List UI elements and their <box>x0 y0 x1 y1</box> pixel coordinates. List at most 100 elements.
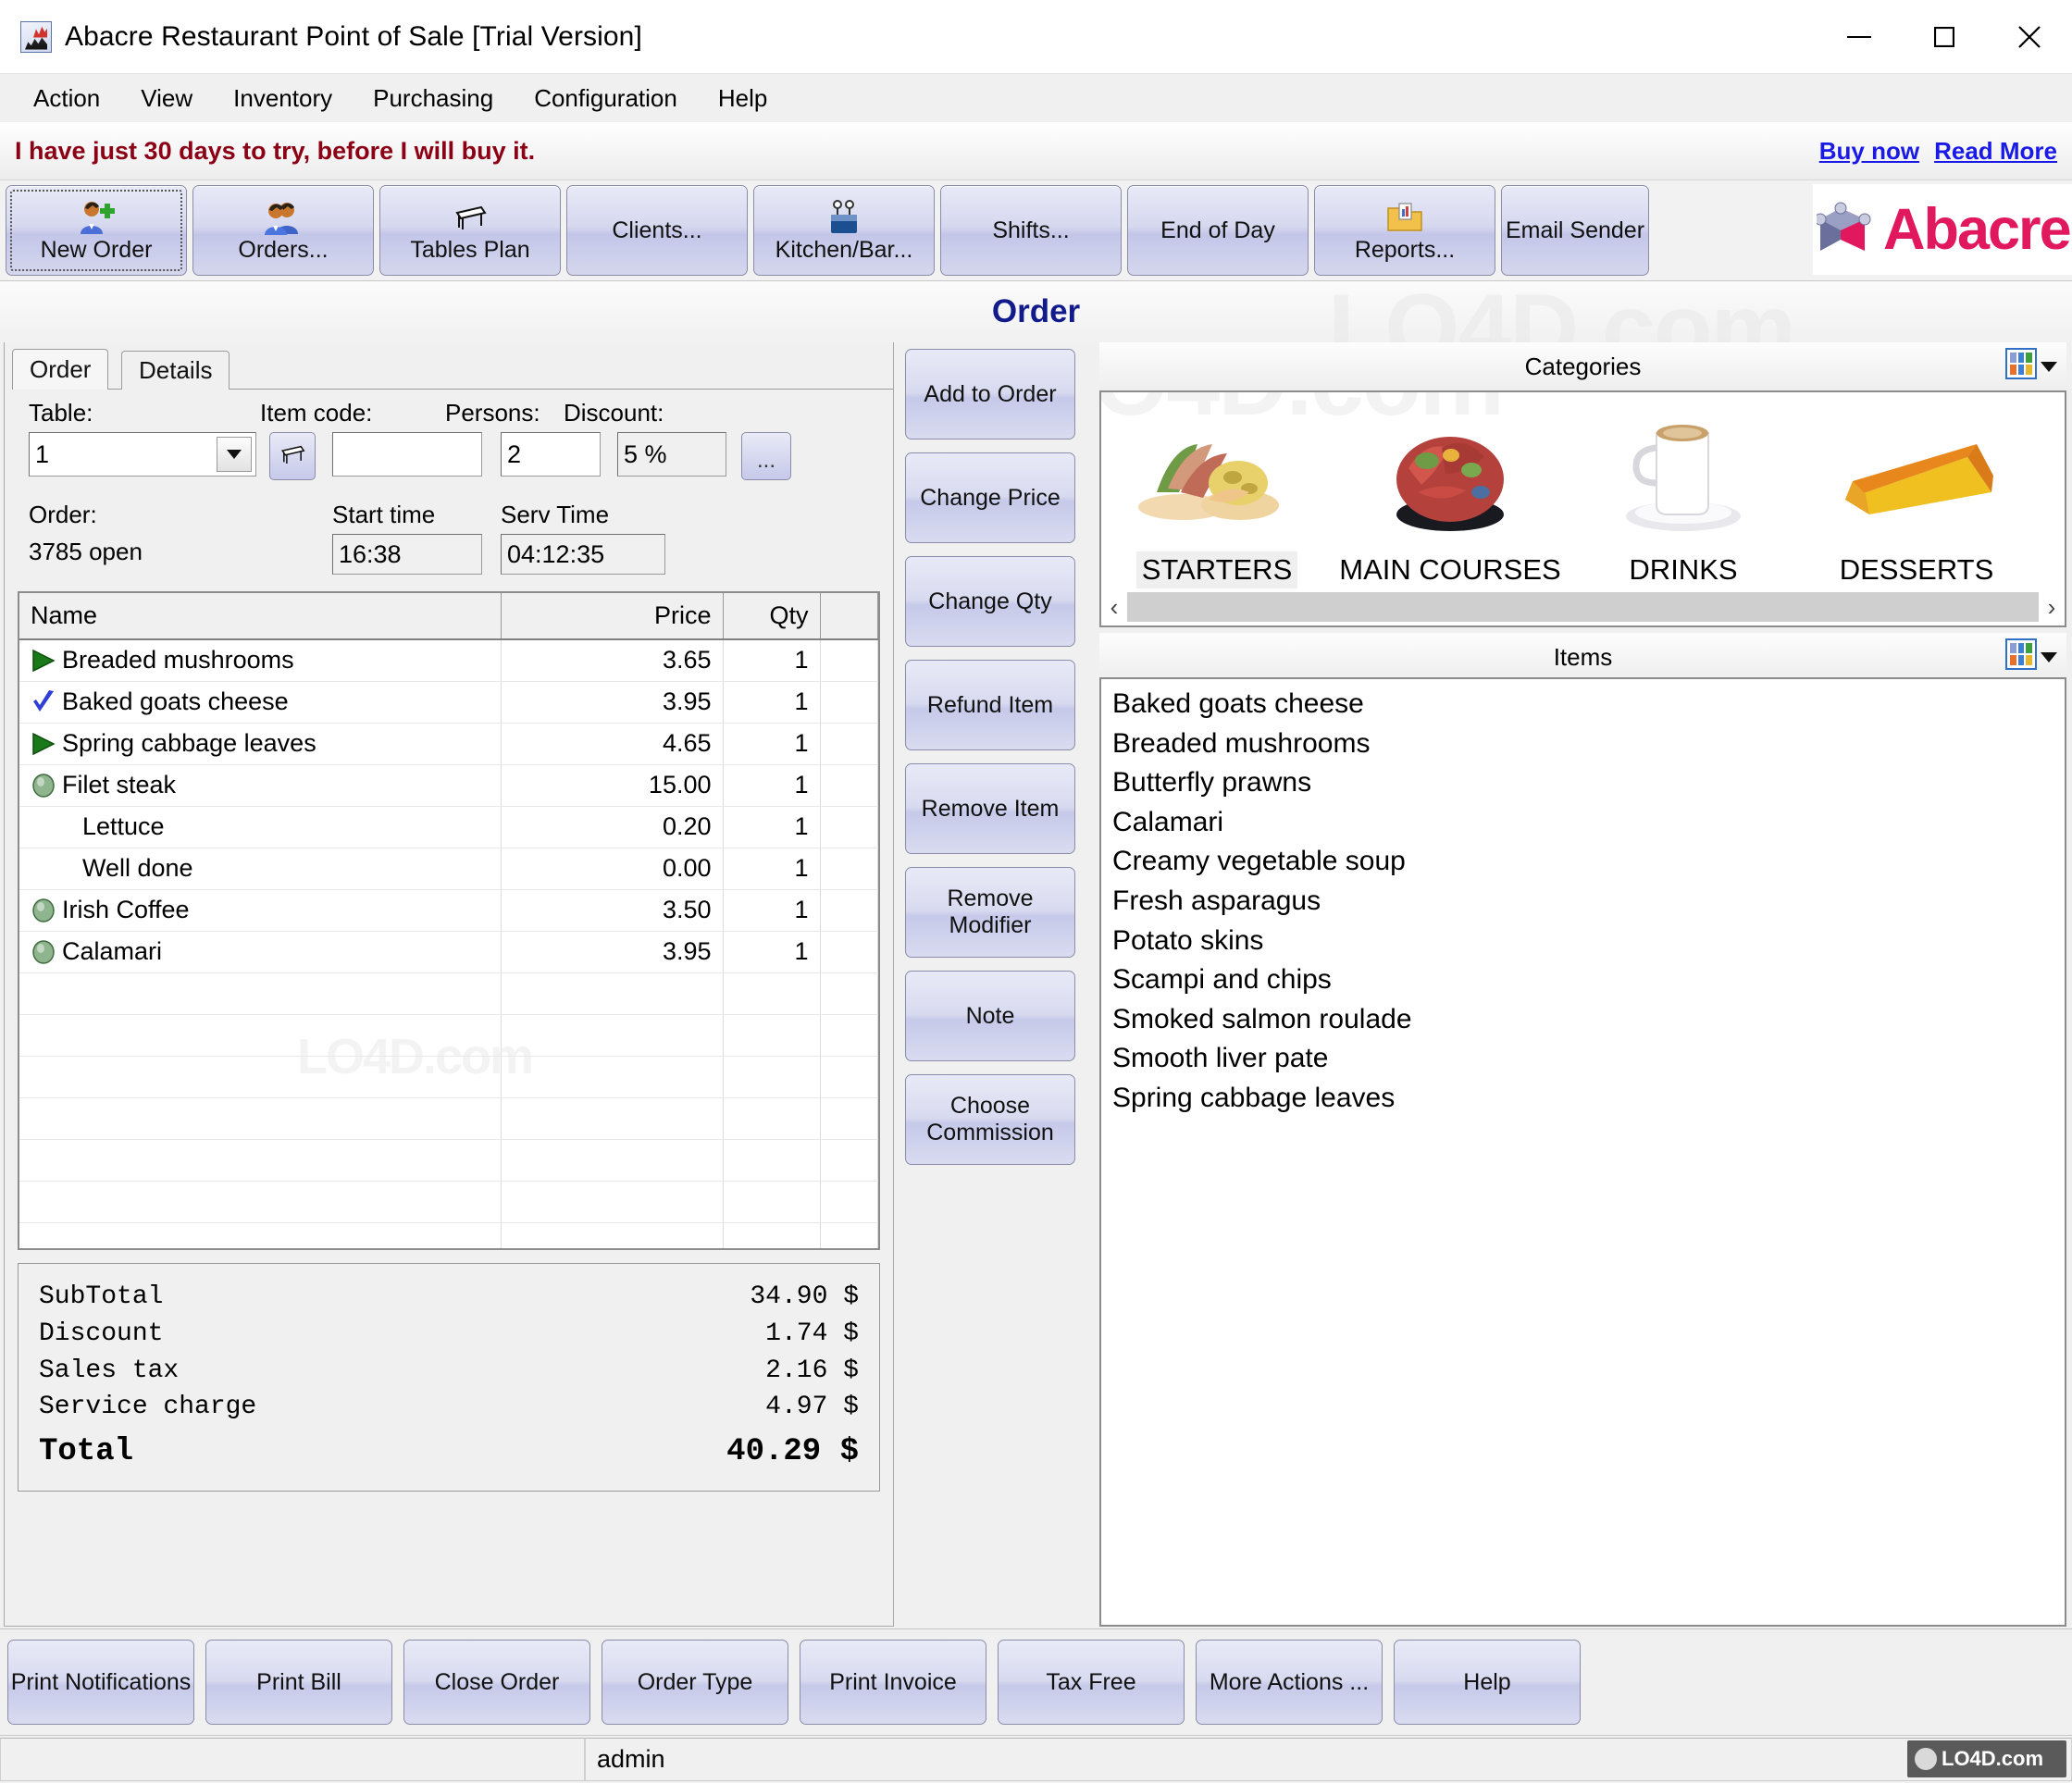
list-item[interactable]: Baked goats cheese <box>1107 685 2065 724</box>
order-items-grid[interactable]: LO4D.com Name Price Qty Breaded mushroom… <box>18 591 880 1250</box>
bottom-button-print-notifications[interactable]: Print Notifications <box>7 1640 194 1725</box>
lo4d-logo-icon <box>1915 1748 1937 1770</box>
cell-name <box>19 1139 502 1182</box>
grid-view-icon[interactable] <box>2005 638 2037 670</box>
action-button-change-qty[interactable]: Change Qty <box>905 556 1075 647</box>
menu-item-inventory[interactable]: Inventory <box>213 79 353 118</box>
column-header-price[interactable]: Price <box>501 593 724 640</box>
chevron-left-icon[interactable]: ‹ <box>1101 593 1127 622</box>
table-row[interactable]: Filet steak 15.00 1 <box>19 764 878 807</box>
item-name: Calamari <box>62 937 163 965</box>
serv-time-label: Serv Time <box>501 501 610 528</box>
grid-view-icon[interactable] <box>2005 348 2037 379</box>
close-button[interactable] <box>1987 0 2072 74</box>
category-main-courses[interactable]: MAIN COURSES <box>1339 400 1561 588</box>
green-triangle-icon <box>32 732 56 755</box>
table-row[interactable]: Breaded mushrooms 3.65 1 <box>19 639 878 682</box>
menu-item-purchasing[interactable]: Purchasing <box>353 79 514 118</box>
chevron-down-icon[interactable] <box>2041 350 2057 378</box>
table-row-empty[interactable] <box>19 1014 878 1057</box>
toolbar-button-label: Kitchen/Bar... <box>775 236 913 263</box>
action-button-remove-modifier[interactable]: Remove Modifier <box>905 867 1075 958</box>
bottom-button-help[interactable]: Help <box>1394 1640 1581 1725</box>
item-code-label: Item code: <box>260 399 373 427</box>
table-row[interactable]: Spring cabbage leaves 4.65 1 <box>19 723 878 765</box>
toolbar-button-email-sender[interactable]: Email Sender <box>1501 185 1649 276</box>
list-item[interactable]: Fresh asparagus <box>1107 882 2065 922</box>
table-row[interactable]: Irish Coffee 3.50 1 <box>19 889 878 932</box>
toolbar-button-tables-plan[interactable]: Tables Plan <box>379 185 561 276</box>
cell-qty <box>723 1097 821 1140</box>
maximize-button[interactable] <box>1902 0 1987 74</box>
bottom-button-more-actions[interactable]: More Actions ... <box>1196 1640 1383 1725</box>
table-select[interactable]: 1 <box>29 432 256 477</box>
table-row-empty[interactable] <box>19 1139 878 1182</box>
table-row-empty[interactable] <box>19 1181 878 1223</box>
toolbar-button-label: Tables Plan <box>410 236 530 263</box>
category-drinks[interactable]: DRINKS <box>1582 400 1784 588</box>
minimize-button[interactable] <box>1817 0 1902 74</box>
bottom-button-tax-free[interactable]: Tax Free <box>998 1640 1185 1725</box>
action-button-add-to-order[interactable]: Add to Order <box>905 349 1075 440</box>
toolbar-button-reports[interactable]: Reports... <box>1314 185 1495 276</box>
action-button-note[interactable]: Note <box>905 971 1075 1061</box>
list-item[interactable]: Breaded mushrooms <box>1107 724 2065 764</box>
tab-order[interactable]: Order <box>12 349 109 390</box>
toolbar-button-orders[interactable]: Orders... <box>192 185 374 276</box>
chevron-down-icon[interactable] <box>217 437 252 472</box>
table-row[interactable]: Baked goats cheese 3.95 1 <box>19 681 878 724</box>
chevron-right-icon[interactable]: › <box>2039 593 2065 622</box>
items-view-toggle[interactable] <box>2005 638 2057 670</box>
items-list[interactable]: Baked goats cheese Breaded mushrooms Butte… <box>1099 677 2066 1627</box>
column-header-qty[interactable]: Qty <box>723 593 821 640</box>
menu-item-action[interactable]: Action <box>13 79 120 118</box>
table-row[interactable]: Well done 0.00 1 <box>19 848 878 890</box>
bottom-button-order-type[interactable]: Order Type <box>602 1640 788 1725</box>
menu-item-configuration[interactable]: Configuration <box>514 79 698 118</box>
list-item[interactable]: Spring cabbage leaves <box>1107 1079 2065 1119</box>
persons-input[interactable]: 2 <box>501 432 601 477</box>
bottom-button-print-bill[interactable]: Print Bill <box>205 1640 392 1725</box>
list-item[interactable]: Scampi and chips <box>1107 960 2065 1000</box>
read-more-link[interactable]: Read More <box>1934 137 2057 166</box>
action-button-change-price[interactable]: Change Price <box>905 452 1075 543</box>
table-row-empty[interactable] <box>19 1097 878 1140</box>
cell-qty: 1 <box>723 723 821 765</box>
bottom-button-close-order[interactable]: Close Order <box>403 1640 590 1725</box>
column-header-name[interactable]: Name <box>19 593 502 640</box>
menu-item-view[interactable]: View <box>120 79 213 118</box>
table-row[interactable]: Calamari 3.95 1 <box>19 931 878 973</box>
category-desserts[interactable]: DESSERTS <box>1816 400 2017 588</box>
category-starters[interactable]: STARTERS <box>1116 400 1318 588</box>
table-plan-button[interactable] <box>269 432 316 480</box>
menu-item-help[interactable]: Help <box>698 79 788 118</box>
table-row-empty[interactable] <box>19 1222 878 1248</box>
toolbar-button-end-of-day[interactable]: End of Day <box>1127 185 1309 276</box>
list-item[interactable]: Smooth liver pate <box>1107 1039 2065 1079</box>
toolbar-button-new-order[interactable]: New Order <box>6 185 187 276</box>
list-item[interactable]: Calamari <box>1107 803 2065 843</box>
toolbar-button-kitchen-bar[interactable]: Kitchen/Bar... <box>753 185 935 276</box>
list-item[interactable]: Potato skins <box>1107 922 2065 961</box>
scroll-thumb[interactable] <box>1127 592 2039 622</box>
tab-details[interactable]: Details <box>121 351 230 390</box>
buy-now-link[interactable]: Buy now <box>1819 137 1919 166</box>
categories-view-toggle[interactable] <box>2005 348 2057 379</box>
table-row-empty[interactable] <box>19 1056 878 1098</box>
categories-scrollbar[interactable]: ‹ › <box>1101 588 2065 625</box>
item-code-input[interactable] <box>332 432 482 477</box>
categories-title: Categories <box>1524 352 1642 380</box>
list-item[interactable]: Creamy vegetable soup <box>1107 842 2065 882</box>
action-button-choose-commission[interactable]: Choose Commission <box>905 1074 1075 1165</box>
table-row-empty[interactable] <box>19 972 878 1015</box>
toolbar-button-shifts[interactable]: Shifts... <box>940 185 1122 276</box>
toolbar-button-clients[interactable]: Clients... <box>566 185 748 276</box>
bottom-button-print-invoice[interactable]: Print Invoice <box>800 1640 986 1725</box>
action-button-refund-item[interactable]: Refund Item <box>905 660 1075 750</box>
table-row[interactable]: Lettuce 0.20 1 <box>19 806 878 848</box>
list-item[interactable]: Butterfly prawns <box>1107 763 2065 803</box>
discount-more-button[interactable]: ... <box>741 432 791 480</box>
chevron-down-icon[interactable] <box>2041 640 2057 669</box>
action-button-remove-item[interactable]: Remove Item <box>905 763 1075 854</box>
list-item[interactable]: Smoked salmon roulade <box>1107 1000 2065 1040</box>
